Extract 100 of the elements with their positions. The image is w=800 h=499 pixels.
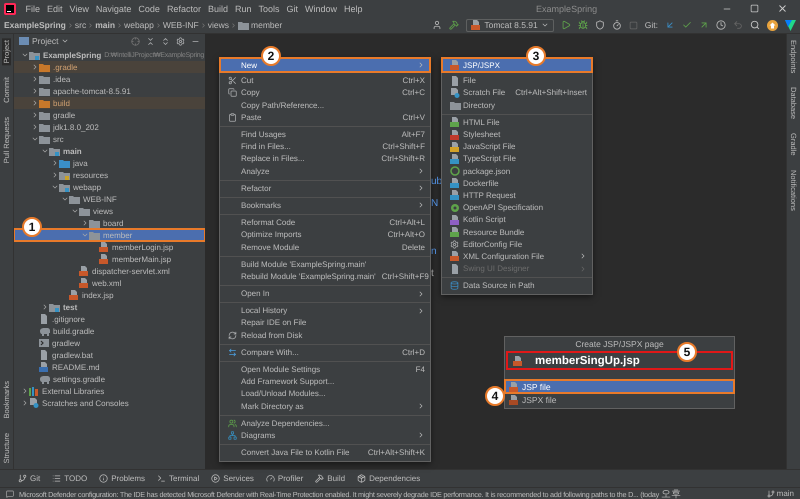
breadcrumb[interactable]: views — [208, 20, 230, 30]
menu-item[interactable]: Reformat Code Ctrl+Alt+L — [221, 216, 429, 229]
menu-item[interactable]: OpenAPI Specification — [443, 202, 591, 214]
run-configuration-dropdown[interactable]: Tomcat 8.5.91 — [466, 18, 554, 32]
expand-icon[interactable] — [161, 36, 170, 46]
menu-item[interactable]: Directory — [443, 99, 591, 112]
menu-bar-item[interactable]: Refactor — [163, 4, 204, 14]
menu-item[interactable]: Scratch File Ctrl+Alt+Shift+Insert — [443, 86, 591, 100]
tool-window-button[interactable]: Profiler — [266, 474, 304, 483]
menu-item[interactable]: Bookmarks — [221, 199, 429, 212]
tree-item[interactable]: WEB-INF — [60, 193, 117, 205]
tree-item[interactable]: gradlew.bat — [30, 349, 93, 361]
menu-bar-item[interactable]: Run — [231, 4, 255, 14]
menu-item[interactable]: Kotlin Script — [443, 214, 591, 226]
menu-bar-item[interactable]: Navigate — [92, 4, 135, 14]
tree-item[interactable]: settings.gradle — [30, 373, 106, 385]
breadcrumb[interactable]: member — [238, 20, 282, 30]
tree-item[interactable]: External Libraries — [20, 385, 104, 397]
menu-item[interactable]: Build Module 'ExampleSpring.main' — [221, 258, 429, 270]
update-icon[interactable] — [665, 20, 675, 30]
menu-item[interactable]: Open Module Settings F4 — [221, 363, 429, 376]
menu-bar-item[interactable]: File — [22, 4, 44, 14]
menu-item[interactable]: File — [443, 74, 591, 87]
menu-item[interactable]: Analyze — [221, 165, 429, 178]
menu-item[interactable]: Open In — [221, 288, 429, 300]
panel-title[interactable]: Project — [19, 36, 70, 46]
menu-bar-item[interactable]: View — [66, 4, 92, 14]
menu-item[interactable]: Repair IDE on File — [221, 316, 429, 330]
tree-item[interactable]: gradle — [30, 109, 76, 121]
chevron-down-icon[interactable] — [50, 183, 58, 191]
menu-item[interactable]: Analyze Dependencies... — [221, 417, 429, 430]
menu-item[interactable]: Resource Bundle — [443, 226, 591, 238]
tree-item[interactable]: memberMain.jsp — [90, 253, 172, 265]
menu-bar-item[interactable]: Tools — [254, 4, 283, 14]
menu-bar-item[interactable]: Help — [340, 4, 366, 14]
menu-item[interactable]: Rebuild Module 'ExampleSpring.main' Ctrl+Shift+F9 — [221, 270, 429, 282]
menu-item[interactable]: JavaScript File — [443, 140, 591, 153]
user-icon[interactable] — [432, 20, 442, 30]
chevron-down-icon[interactable] — [20, 51, 28, 59]
tool-window-button[interactable]: Git — [18, 474, 40, 483]
tree-item[interactable]: README.md — [30, 361, 100, 373]
menu-bar-item[interactable]: Git — [283, 4, 302, 14]
tree-item[interactable]: memberLogin.jsp — [90, 241, 174, 253]
menu-item[interactable]: Add Framework Support... — [221, 376, 429, 388]
menu-item[interactable]: Reload from Disk — [221, 329, 429, 342]
tree-item[interactable]: test — [40, 301, 78, 313]
menu-item[interactable]: Stylesheet — [443, 128, 591, 141]
tree-item[interactable]: gradlew — [30, 337, 80, 349]
settings-icon[interactable] — [176, 36, 185, 46]
tree-item[interactable]: views — [70, 205, 114, 217]
tree-item[interactable]: .idea — [30, 73, 70, 85]
chevron-down-icon[interactable] — [70, 207, 78, 215]
menu-item[interactable]: Remove Module Delete — [221, 240, 429, 254]
menu-item[interactable]: Cut Ctrl+X — [221, 74, 429, 87]
menu-item[interactable]: Find Usages Alt+F7 — [221, 128, 429, 141]
tree-item[interactable]: java — [50, 157, 88, 169]
breadcrumb[interactable]: ExampleSpring — [4, 20, 66, 30]
tree-item[interactable]: web.xml — [70, 277, 122, 289]
close-icon[interactable] — [777, 3, 788, 14]
tree-item[interactable]: webapp — [50, 181, 102, 193]
menu-bar-item[interactable]: Code — [134, 4, 164, 14]
chevron-down-icon[interactable] — [40, 147, 48, 155]
menu-item[interactable]: TypeScript File — [443, 152, 591, 165]
commit-icon[interactable] — [682, 20, 692, 30]
tree-item[interactable]: board — [80, 217, 124, 229]
plugin-logo[interactable] — [785, 20, 796, 30]
menu-item[interactable]: Replace in Files... Ctrl+Shift+R — [221, 152, 429, 165]
menu-item[interactable]: Load/Unload Modules... — [221, 388, 429, 400]
menu-item[interactable]: Optimize Imports Ctrl+Alt+O — [221, 228, 429, 241]
menu-item[interactable]: Compare With... Ctrl+D — [221, 346, 429, 358]
menu-item[interactable]: Copy Path/Reference... — [221, 99, 429, 112]
tree-item[interactable]: build.gradle — [30, 325, 94, 337]
breadcrumb[interactable]: webapp — [124, 20, 154, 30]
menu-item[interactable]: Paste Ctrl+V — [221, 111, 429, 124]
tree-item[interactable]: .gitignore — [30, 313, 85, 325]
chevron-down-icon[interactable] — [30, 135, 38, 143]
breadcrumb[interactable]: src — [74, 20, 86, 30]
tool-window-button[interactable]: Services — [211, 474, 254, 483]
menu-item[interactable]: HTTP Request — [443, 189, 591, 202]
upgrade-icon[interactable] — [767, 20, 778, 30]
menu-item[interactable]: Data Source in Path — [443, 280, 591, 292]
menu-item[interactable]: Mark Directory as — [221, 400, 429, 412]
file-type-option[interactable]: JSPX file — [505, 393, 734, 406]
coverage-icon[interactable] — [594, 20, 605, 30]
menu-item[interactable]: Convert Java File to Kotlin File Ctrl+Alt+Shift+K — [221, 446, 429, 459]
locate-icon[interactable] — [131, 36, 140, 46]
run-icon[interactable] — [560, 20, 571, 30]
profile-icon[interactable] — [612, 20, 622, 30]
chevron-down-icon[interactable] — [60, 195, 68, 203]
menu-item[interactable]: Dockerfile — [443, 177, 591, 190]
tree-item[interactable]: index.jsp — [60, 289, 114, 301]
search-icon[interactable] — [750, 20, 760, 30]
build-icon[interactable] — [449, 20, 460, 30]
git-branch[interactable]: main — [766, 489, 794, 498]
menu-bar-item[interactable]: Edit — [44, 4, 66, 14]
menu-item[interactable]: Diagrams — [221, 429, 429, 442]
menu-item[interactable]: Refactor — [221, 182, 429, 194]
menu-item[interactable]: Copy Ctrl+C — [221, 86, 429, 100]
menu-item[interactable]: JSP/JSPX — [443, 59, 591, 72]
breadcrumb[interactable]: main — [95, 20, 116, 30]
